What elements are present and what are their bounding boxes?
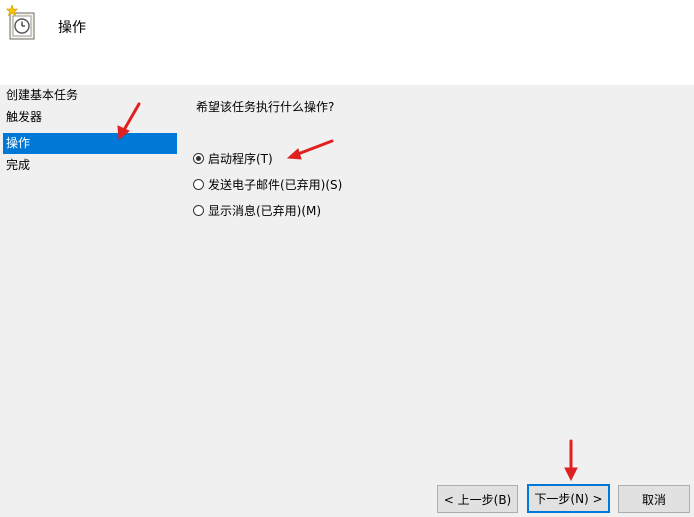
option-display-message-label[interactable]: 显示消息(已弃用)(M) — [208, 202, 321, 219]
radio-display-message[interactable] — [193, 204, 204, 216]
back-button[interactable]: < 上一步(B) — [437, 485, 518, 513]
annotation-arrow-icon — [564, 439, 578, 482]
task-clock-icon — [5, 4, 40, 41]
cancel-button[interactable]: 取消 — [618, 485, 690, 513]
page-title: 操作 — [58, 20, 86, 36]
wizard-header: 操作 — [0, 0, 694, 85]
sidebar-item-trigger[interactable]: 触发器 — [3, 107, 177, 128]
annotation-arrow-icon — [286, 139, 334, 160]
radio-send-email[interactable] — [193, 178, 204, 190]
option-start-program[interactable]: 启动程序(T) — [193, 149, 273, 167]
sidebar-item-create-basic-task[interactable]: 创建基本任务 — [3, 85, 177, 106]
option-start-program-label[interactable]: 启动程序(T) — [208, 150, 273, 167]
option-display-message[interactable]: 显示消息(已弃用)(M) — [193, 201, 321, 219]
option-send-email[interactable]: 发送电子邮件(已弃用)(S) — [193, 175, 342, 193]
next-button[interactable]: 下一步(N) > — [527, 484, 610, 513]
option-send-email-label[interactable]: 发送电子邮件(已弃用)(S) — [208, 176, 342, 193]
action-question-label: 希望该任务执行什么操作? — [196, 100, 335, 114]
sidebar-item-finish[interactable]: 完成 — [3, 155, 177, 176]
radio-start-program[interactable] — [193, 152, 204, 164]
sidebar-item-action[interactable]: 操作 — [3, 133, 177, 154]
